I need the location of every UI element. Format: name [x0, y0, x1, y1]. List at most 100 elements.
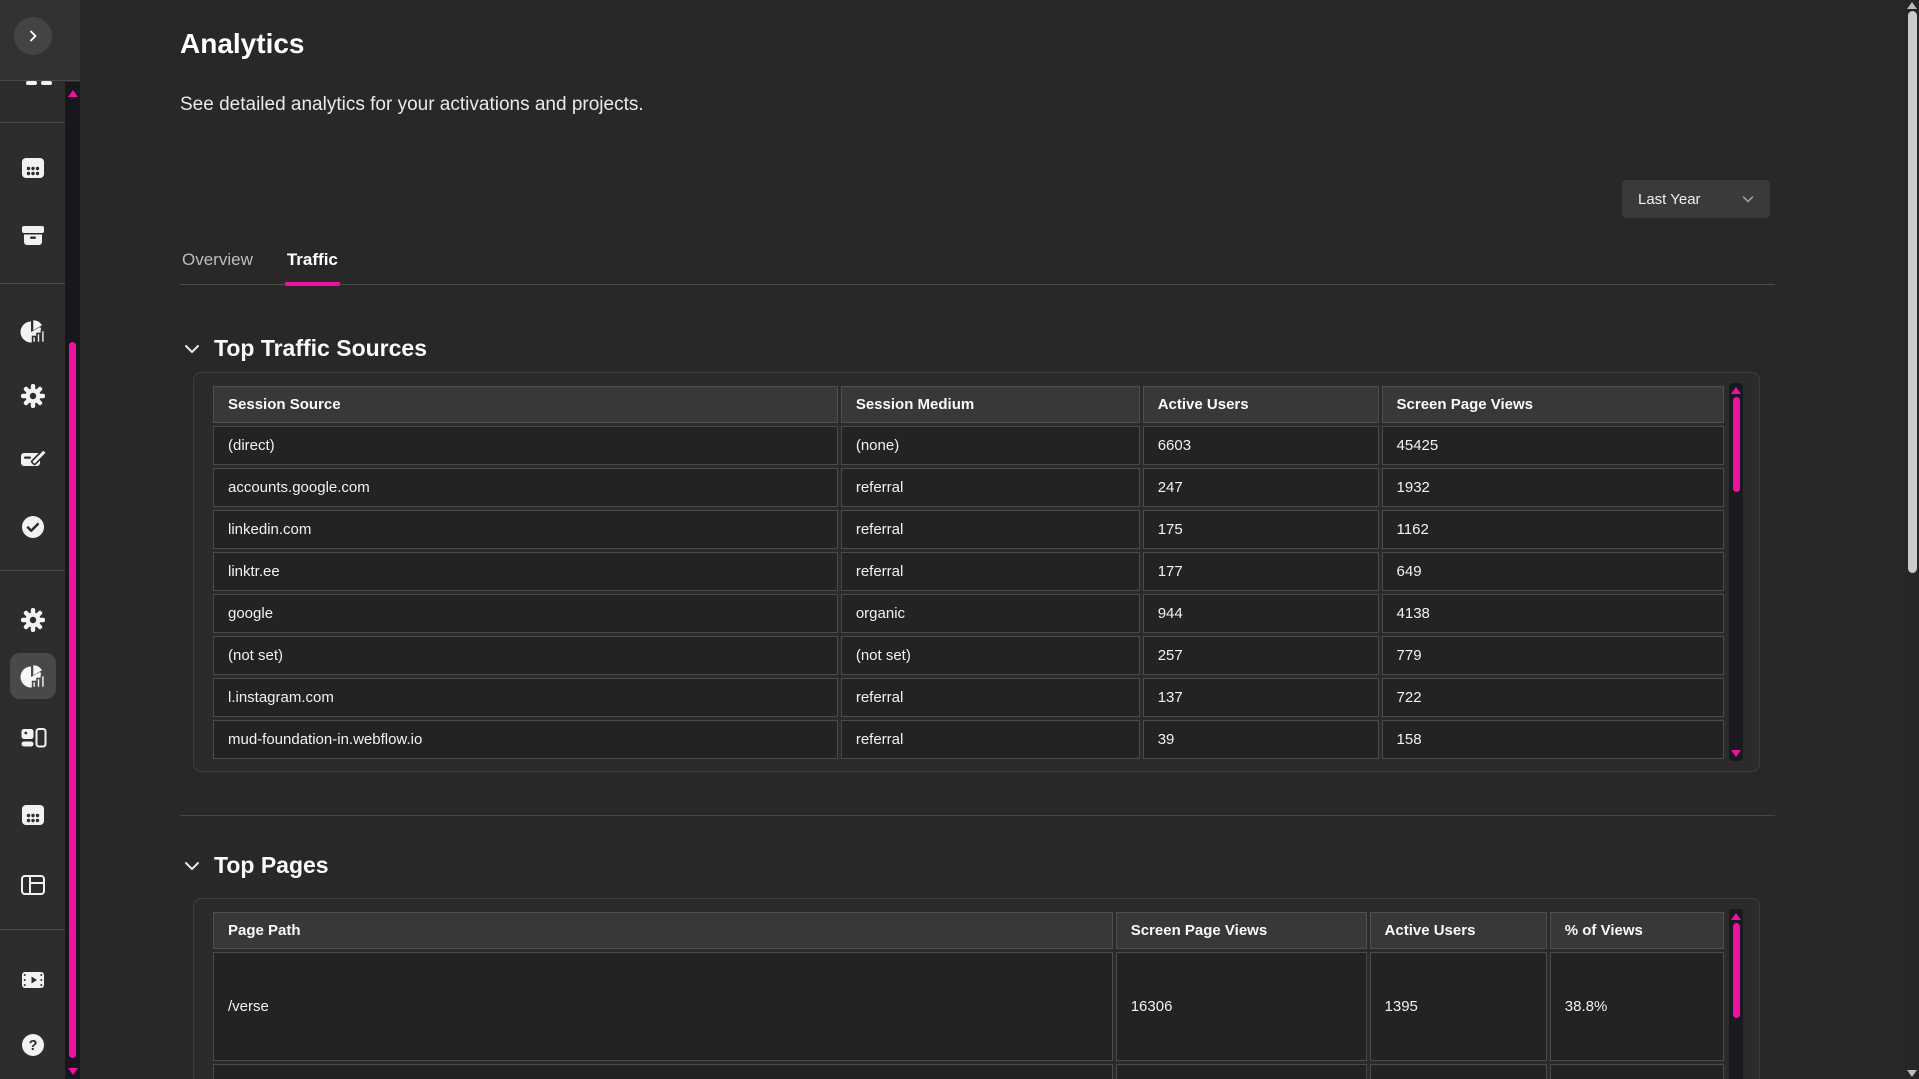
- column-header: Active Users: [1143, 386, 1379, 423]
- table-row: (not set)(not set)257779: [213, 636, 1724, 675]
- sidebar: ?: [0, 0, 80, 1079]
- sidebar-item-tasks[interactable]: [13, 507, 53, 547]
- table-cell: 779: [1382, 636, 1724, 675]
- table-scrollbar[interactable]: [1729, 909, 1743, 1079]
- chevron-down-icon: [180, 337, 204, 361]
- column-header: Session Source: [213, 386, 838, 423]
- date-range-value: Last Year: [1638, 191, 1701, 208]
- table-row: linkedin.comreferral1751162: [213, 510, 1724, 549]
- sidebar-item-card-edit[interactable]: [13, 439, 53, 479]
- table-cell: 16306: [1116, 952, 1367, 1061]
- sidebar-divider: [0, 122, 65, 123]
- top-pages-card: Page PathScreen Page ViewsActive Users% …: [193, 898, 1760, 1079]
- window-scrollbar[interactable]: [1905, 0, 1919, 1079]
- table-cell: (none): [841, 426, 1140, 465]
- check-circle-icon: [19, 513, 47, 541]
- sidebar-item-devices[interactable]: [13, 718, 53, 758]
- page-title: Analytics: [180, 28, 305, 60]
- tab-traffic[interactable]: Traffic: [285, 248, 340, 286]
- table-row: l.instagram.comreferral137722: [213, 678, 1724, 717]
- sidebar-item-archive[interactable]: [13, 215, 53, 255]
- scroll-up-arrow-icon[interactable]: [1731, 913, 1741, 920]
- table-cell: organic: [841, 594, 1140, 633]
- table-cell: 4138: [1382, 594, 1724, 633]
- table-cell: referral: [841, 678, 1140, 717]
- scroll-down-arrow-icon[interactable]: [1731, 750, 1741, 757]
- window-scrollbar-thumb[interactable]: [1908, 11, 1917, 573]
- table-header-row: Session SourceSession MediumActive Users…: [213, 386, 1724, 423]
- page-subtitle: See detailed analytics for your activati…: [180, 94, 644, 116]
- scroll-up-arrow-icon[interactable]: [1907, 2, 1917, 9]
- table-cell: 177: [1143, 552, 1379, 591]
- chevron-right-icon: [25, 28, 41, 44]
- collapse-section-button[interactable]: [180, 337, 204, 361]
- table-scrollbar-thumb[interactable]: [1733, 397, 1740, 492]
- sidebar-scrollbar[interactable]: [65, 82, 80, 1079]
- column-header: Screen Page Views: [1382, 386, 1724, 423]
- section-header-traffic-sources: Top Traffic Sources: [180, 335, 427, 362]
- column-header: Session Medium: [841, 386, 1140, 423]
- section-divider: [180, 815, 1775, 816]
- table-cell: /verse: [213, 952, 1113, 1061]
- table-row: (direct)(none)660345425: [213, 426, 1724, 465]
- table-row: linktr.eereferral177649: [213, 552, 1724, 591]
- sidebar-item-settings[interactable]: [13, 376, 53, 416]
- table-cell: 175: [1143, 510, 1379, 549]
- section-title: Top Traffic Sources: [214, 335, 427, 362]
- table-cell: 158: [1382, 720, 1724, 759]
- tab-bar: Overview Traffic: [180, 248, 1775, 285]
- sidebar-item-help[interactable]: ?: [13, 1025, 53, 1065]
- date-range-select[interactable]: Last Year: [1622, 180, 1770, 218]
- table-cell: 24: [1370, 1064, 1547, 1079]
- sidebar-scrollbar-thumb[interactable]: [69, 342, 76, 1058]
- table-row: /verse16306139538.8%: [213, 952, 1724, 1061]
- sidebar-divider: [0, 570, 65, 571]
- sidebar-item-analytics-active[interactable]: [10, 653, 56, 699]
- table-cell: 722: [1382, 678, 1724, 717]
- table-cell: referral: [841, 720, 1140, 759]
- table-cell: referral: [841, 510, 1140, 549]
- gear-icon: [19, 606, 47, 634]
- table-cell: google: [213, 594, 838, 633]
- table-cell: (direct): [213, 426, 838, 465]
- table-cell: accounts.google.com: [213, 468, 838, 507]
- table-scrollbar-thumb[interactable]: [1733, 923, 1740, 1018]
- table-row: mud-foundation-in.webflow.ioreferral3915…: [213, 720, 1724, 759]
- table-cell: referral: [841, 468, 1140, 507]
- scroll-up-arrow-icon[interactable]: [1731, 387, 1741, 394]
- svg-text:?: ?: [29, 1038, 38, 1054]
- layout-panel-icon: [19, 871, 47, 899]
- column-header: Screen Page Views: [1116, 912, 1367, 949]
- sidebar-item-analytics[interactable]: [13, 311, 53, 351]
- grid-partial-icon[interactable]: [26, 81, 52, 85]
- tab-overview[interactable]: Overview: [180, 248, 255, 286]
- sidebar-item-calendar-2[interactable]: [13, 795, 53, 835]
- table-cell: 39: [1143, 720, 1379, 759]
- scroll-down-arrow-icon[interactable]: [68, 1068, 78, 1075]
- sidebar-divider: [0, 283, 65, 284]
- sidebar-expand-button[interactable]: [14, 17, 52, 55]
- sidebar-header: [0, 0, 80, 81]
- sidebar-item-layout[interactable]: [13, 865, 53, 905]
- table-header-row: Page PathScreen Page ViewsActive Users% …: [213, 912, 1724, 949]
- scroll-down-arrow-icon[interactable]: [1907, 1070, 1917, 1077]
- scroll-up-arrow-icon[interactable]: [68, 90, 78, 97]
- help-icon: ?: [19, 1031, 47, 1059]
- table-cell: 649: [1382, 552, 1724, 591]
- card-edit-icon: [19, 445, 47, 473]
- sidebar-divider: [0, 929, 65, 930]
- gear-icon: [19, 382, 47, 410]
- pie-chart-icon: [19, 317, 47, 345]
- collapse-section-button[interactable]: [180, 854, 204, 878]
- sidebar-item-media[interactable]: [13, 960, 53, 1000]
- section-header-top-pages: Top Pages: [180, 852, 329, 879]
- sidebar-item-calendar[interactable]: [13, 148, 53, 188]
- traffic-sources-card: Session SourceSession MediumActive Users…: [193, 372, 1760, 772]
- table-cell: referral: [841, 552, 1140, 591]
- table-cell: linktr.ee: [213, 552, 838, 591]
- table-scrollbar[interactable]: [1729, 383, 1743, 761]
- film-video-icon: [19, 966, 47, 994]
- sidebar-item-settings-2[interactable]: [13, 600, 53, 640]
- table-cell: 1395: [1370, 952, 1547, 1061]
- column-header: Active Users: [1370, 912, 1547, 949]
